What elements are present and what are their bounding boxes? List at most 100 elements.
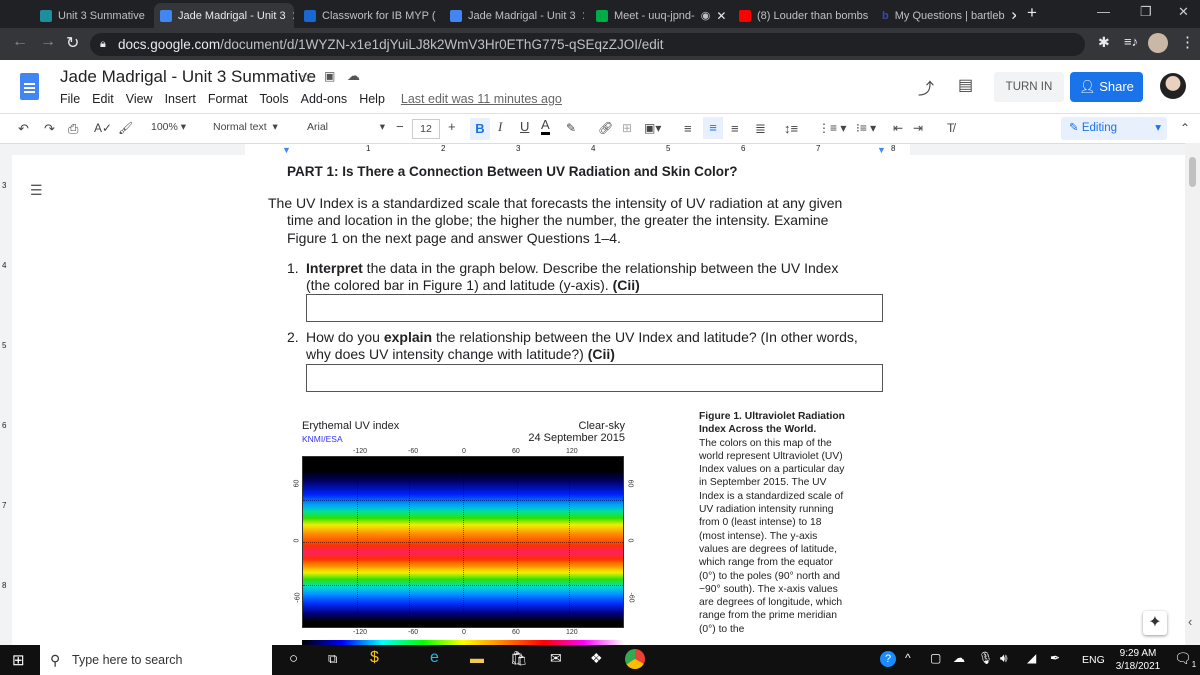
explore-button[interactable]: ✦ bbox=[1143, 611, 1167, 635]
last-edit-link[interactable]: Last edit was 11 minutes ago bbox=[401, 92, 562, 106]
chrome-icon[interactable] bbox=[625, 649, 645, 669]
align-right-icon[interactable]: ≡ bbox=[731, 121, 739, 136]
comments-icon[interactable]: ▤ bbox=[958, 75, 973, 95]
docs-logo-icon[interactable] bbox=[20, 73, 39, 100]
document-title[interactable]: Jade Madrigal - Unit 3 Summative bbox=[60, 67, 316, 87]
show-hidden-icons[interactable]: ^ bbox=[905, 651, 911, 665]
decrease-font-size-button[interactable]: − bbox=[396, 119, 404, 134]
menu-format[interactable]: Format bbox=[208, 92, 248, 106]
notifications-icon[interactable]: 🗨︎1 bbox=[1174, 650, 1196, 669]
minimize-button[interactable]: — bbox=[1097, 4, 1110, 19]
insert-image-icon[interactable]: ▣▾ bbox=[644, 121, 661, 135]
menu-file[interactable]: File bbox=[60, 92, 80, 106]
reload-icon[interactable]: ↻ bbox=[66, 33, 79, 53]
bulleted-list-icon[interactable]: ⁝≡ ▾ bbox=[856, 121, 876, 135]
tab-meet[interactable]: Meet - uuq-jpnd- ◉ ✕ bbox=[590, 3, 725, 28]
line-spacing-icon[interactable]: ↕≡ bbox=[784, 121, 798, 136]
close-tab-icon[interactable]: ✕ bbox=[1011, 9, 1016, 23]
app-icon[interactable]: $ bbox=[370, 649, 379, 667]
taskbar-search-input[interactable]: ⚲ Type here to search bbox=[40, 645, 272, 675]
extensions-icon[interactable]: ✱ bbox=[1098, 34, 1110, 51]
menu-insert[interactable]: Insert bbox=[165, 92, 196, 106]
vertical-ruler[interactable]: 3 4 5 6 7 8 bbox=[0, 155, 12, 645]
move-folder-icon[interactable]: ▣ bbox=[324, 69, 335, 83]
help-icon[interactable]: ? bbox=[880, 651, 896, 667]
numbered-list-icon[interactable]: ⋮≡ ▾ bbox=[818, 121, 846, 135]
bold-button[interactable]: B bbox=[470, 118, 490, 140]
decrease-indent-icon[interactable]: ⇤ bbox=[893, 121, 903, 135]
style-select[interactable]: Normal text ▾ bbox=[213, 121, 288, 133]
tab-unit3-summative[interactable]: Unit 3 Summative✕ bbox=[34, 3, 152, 28]
tab-classwork[interactable]: Classwork for IB MYP (✕ bbox=[298, 3, 436, 28]
close-tab-icon[interactable]: ✕ bbox=[582, 9, 584, 23]
task-view-icon[interactable]: ⧉ bbox=[328, 651, 337, 667]
star-icon[interactable]: ☆ bbox=[300, 69, 313, 86]
answer-box-1[interactable] bbox=[306, 294, 883, 322]
close-tab-icon[interactable]: ✕ bbox=[292, 9, 294, 23]
paint-format-icon[interactable]: 🖌︎ bbox=[118, 121, 133, 135]
highlight-color-icon[interactable]: ✎ bbox=[566, 121, 576, 135]
redo-icon[interactable]: ↷ bbox=[44, 121, 55, 137]
align-left-icon[interactable]: ≡ bbox=[684, 121, 692, 136]
profile-avatar[interactable] bbox=[1148, 33, 1168, 53]
tab-youtube[interactable]: (8) Louder than bombs✕ bbox=[733, 3, 868, 28]
align-center-icon[interactable]: ≡ bbox=[703, 117, 723, 139]
turn-in-button[interactable]: TURN IN bbox=[994, 72, 1064, 102]
close-window-button[interactable]: ✕ bbox=[1178, 4, 1189, 20]
tab-jade-madrigal-active[interactable]: Jade Madrigal - Unit 3✕ bbox=[154, 3, 294, 28]
file-explorer-icon[interactable]: ▬ bbox=[470, 650, 484, 666]
media-control-icon[interactable]: ≡♪ bbox=[1124, 34, 1138, 49]
collapse-toolbar-icon[interactable]: ⌃ bbox=[1180, 121, 1190, 135]
clear-formatting-icon[interactable]: T̸ bbox=[947, 121, 954, 135]
chrome-menu-icon[interactable]: ⋮ bbox=[1180, 33, 1195, 51]
answer-box-2[interactable] bbox=[306, 364, 883, 392]
volume-icon[interactable]: 🔊︎ bbox=[1000, 651, 1008, 666]
activity-dashboard-icon[interactable]: ⤴ bbox=[918, 75, 934, 99]
font-select[interactable]: Arial ▾ bbox=[307, 121, 385, 133]
pen-icon[interactable]: ✒ bbox=[1050, 651, 1060, 665]
forward-icon[interactable]: → bbox=[40, 33, 56, 51]
document-outline-icon[interactable]: ☰ bbox=[30, 182, 43, 199]
text-color-button[interactable]: A bbox=[541, 118, 550, 135]
new-tab-button[interactable]: + bbox=[1027, 3, 1037, 23]
cloud-saved-icon[interactable]: ☁ bbox=[347, 68, 360, 84]
cortana-icon[interactable]: ○ bbox=[289, 650, 298, 667]
wifi-icon[interactable]: ◢ bbox=[1027, 651, 1036, 665]
spellcheck-icon[interactable]: A✓ bbox=[94, 121, 112, 135]
language-indicator[interactable]: ENG bbox=[1082, 654, 1105, 666]
scrollbar-thumb[interactable] bbox=[1189, 157, 1196, 187]
font-size-input[interactable]: 12 bbox=[412, 119, 440, 139]
store-icon[interactable]: 🛍︎ bbox=[510, 650, 528, 667]
underline-button[interactable]: U bbox=[520, 119, 529, 134]
microphone-icon[interactable]: 🎙︎ bbox=[978, 651, 993, 665]
mail-icon[interactable]: ✉ bbox=[550, 650, 562, 667]
tab-bartleby[interactable]: b My Questions | bartleb ✕ bbox=[876, 3, 1016, 28]
insert-link-icon[interactable]: 🔗︎ bbox=[598, 121, 613, 135]
menu-view[interactable]: View bbox=[126, 92, 153, 106]
indent-marker-icon[interactable]: ▼ bbox=[282, 145, 291, 155]
horizontal-ruler[interactable]: ▼ ▼ 1 2 3 4 5 6 7 8 bbox=[0, 143, 1185, 155]
add-comment-icon[interactable]: ⊞ bbox=[622, 121, 632, 135]
increase-font-size-button[interactable]: + bbox=[448, 119, 456, 134]
account-avatar[interactable] bbox=[1160, 73, 1186, 99]
meet-now-icon[interactable]: ▢ bbox=[930, 651, 941, 665]
clock[interactable]: 9:29 AM 3/18/2021 bbox=[1110, 647, 1166, 673]
menu-edit[interactable]: Edit bbox=[92, 92, 114, 106]
editing-mode-select[interactable]: ✎ Editing ▾ bbox=[1061, 117, 1167, 140]
restore-button[interactable]: ❐ bbox=[1140, 4, 1152, 20]
undo-icon[interactable]: ↶ bbox=[18, 121, 29, 137]
back-icon[interactable]: ← bbox=[12, 33, 28, 51]
zoom-select[interactable]: 100% ▾ bbox=[151, 121, 186, 133]
menu-addons[interactable]: Add-ons bbox=[301, 92, 348, 106]
print-icon[interactable]: ⎙ bbox=[68, 121, 78, 137]
right-indent-marker-icon[interactable]: ▼ bbox=[877, 145, 886, 155]
edge-icon[interactable]: e bbox=[430, 649, 439, 667]
italic-button[interactable]: I bbox=[498, 119, 502, 135]
justify-icon[interactable]: ≣ bbox=[755, 121, 766, 137]
side-panel-toggle-icon[interactable]: ‹ bbox=[1188, 614, 1192, 629]
onedrive-icon[interactable]: ☁ bbox=[953, 651, 965, 665]
menu-help[interactable]: Help bbox=[359, 92, 385, 106]
close-tab-icon[interactable]: ✕ bbox=[151, 9, 152, 23]
url-bar[interactable]: 🔒︎ docs.google.com/document/d/1WYZN-x1e1… bbox=[90, 33, 1085, 56]
share-button[interactable]: 👤︎ Share bbox=[1070, 72, 1143, 102]
